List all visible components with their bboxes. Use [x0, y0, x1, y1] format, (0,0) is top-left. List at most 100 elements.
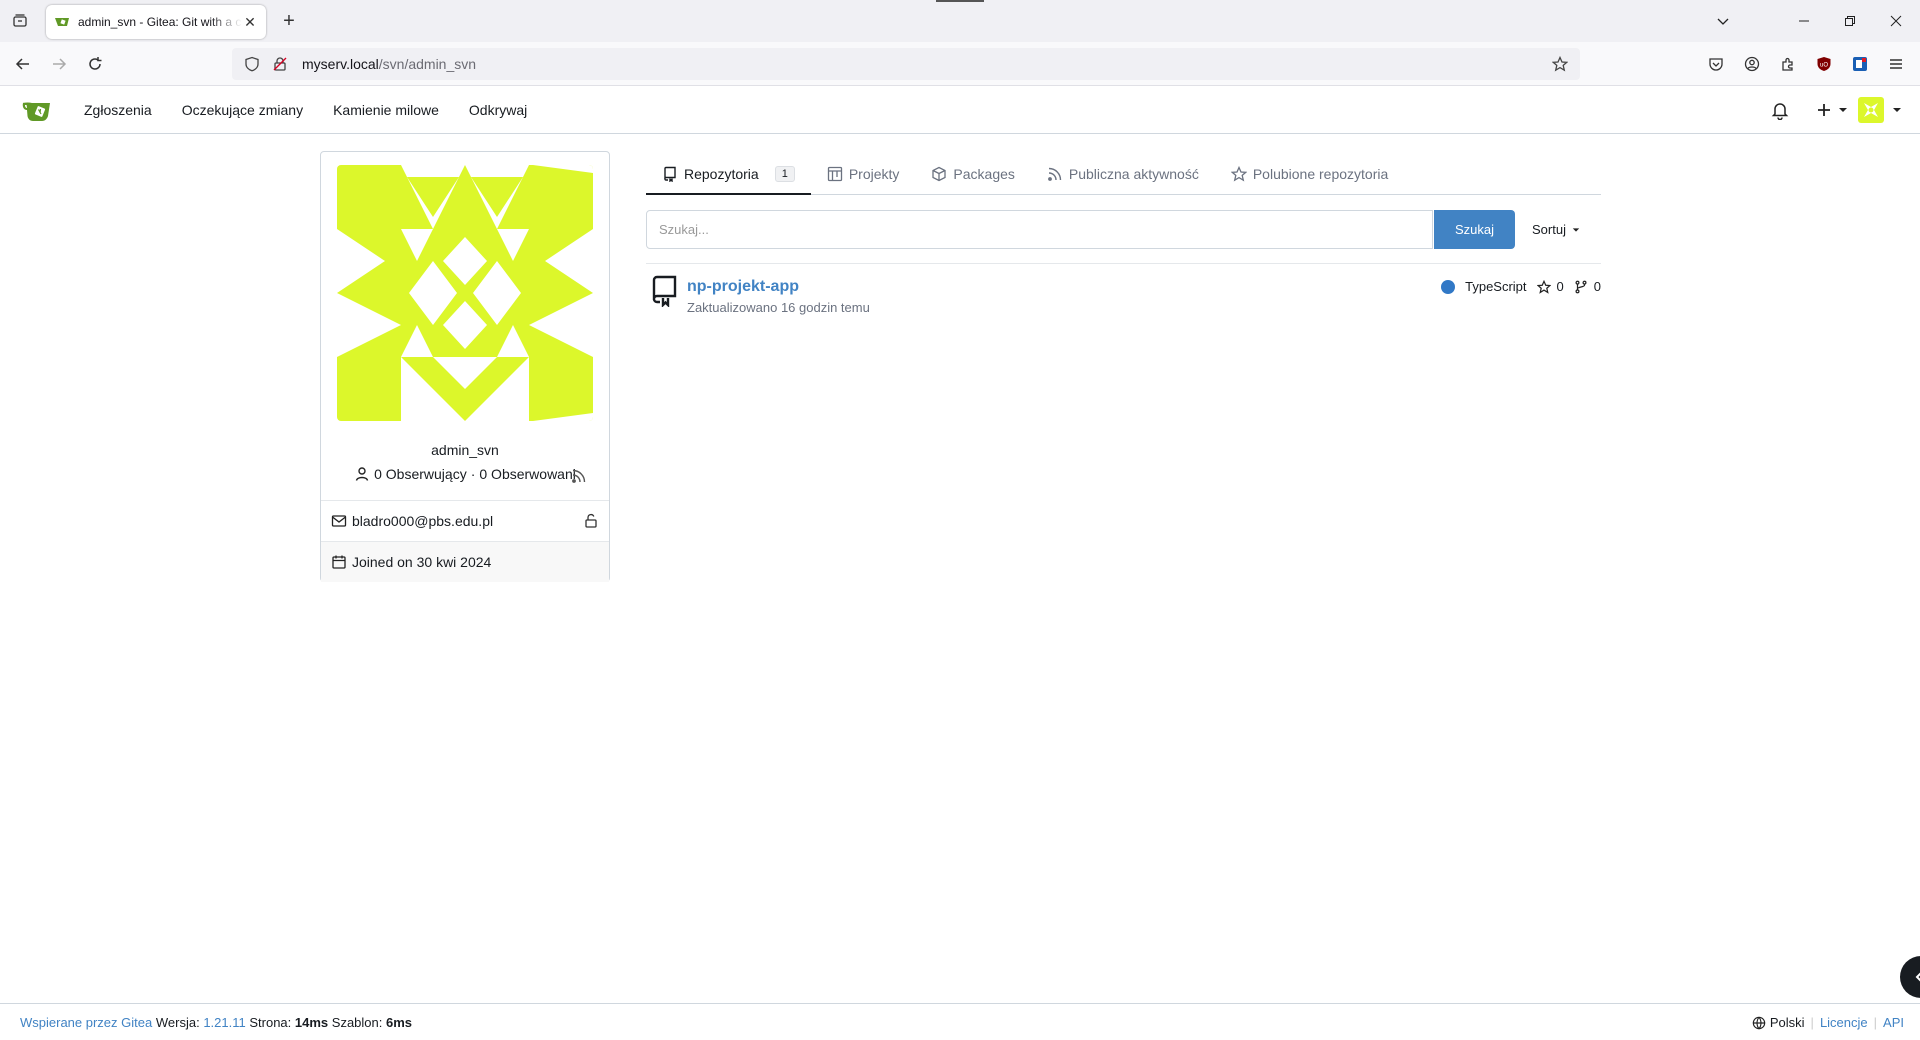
tab-activity-label: Publiczna aktywność	[1068, 166, 1199, 182]
profile-tabs: Repozytoria 1 Projekty Packages Publiczn…	[646, 154, 1601, 195]
browser-nav-bar: myserv.local/svn/admin_svn uO	[0, 42, 1920, 86]
powered-by-link[interactable]: Wspierane przez Gitea	[20, 1015, 152, 1030]
nav-issues-link[interactable]: Zgłoszenia	[84, 86, 167, 134]
account-icon[interactable]	[1740, 52, 1764, 76]
repo-stars-count[interactable]: 0	[1557, 279, 1564, 294]
tab-activity[interactable]: Publiczna aktywność	[1031, 154, 1215, 194]
repo-name-link[interactable]: np-projekt-app	[687, 278, 799, 296]
ublock-origin-icon[interactable]: uO	[1812, 52, 1836, 76]
profile-email-row: bladro000@pbs.edu.pl	[321, 500, 609, 541]
tab-packages-label: Packages	[953, 166, 1015, 182]
profile-username: admin_svn	[431, 442, 499, 458]
create-new-dropdown[interactable]	[1816, 100, 1850, 120]
caret-down-icon	[1893, 108, 1901, 112]
person-icon	[355, 467, 369, 481]
follow-stats: 0 Obserwujący · 0 Obserwowani	[321, 466, 609, 482]
notification-bell-icon[interactable]	[1770, 100, 1790, 120]
close-window-icon[interactable]	[1873, 0, 1919, 42]
user-avatar-dropdown[interactable]	[1858, 97, 1904, 123]
search-button[interactable]: Szukaj	[1434, 210, 1515, 249]
calendar-icon	[332, 555, 346, 569]
version-label: Wersja:	[155, 1015, 200, 1030]
followers-link[interactable]: 0 Obserwujący	[374, 466, 467, 482]
pocket-icon[interactable]	[1704, 52, 1728, 76]
caret-down-icon	[1572, 227, 1580, 232]
nav-pulls-link[interactable]: Oczekujące zmiany	[167, 86, 318, 134]
package-icon	[932, 166, 947, 182]
footer-separator: |	[1810, 1015, 1814, 1030]
tab-packages[interactable]: Packages	[915, 154, 1030, 194]
repo-icon	[652, 275, 677, 307]
tab-list-icon[interactable]	[8, 9, 32, 33]
rss-icon	[1047, 167, 1062, 181]
nav-explore-link[interactable]: Odkrywaj	[454, 86, 542, 134]
star-icon	[1230, 166, 1247, 182]
repo-language: TypeScript	[1465, 279, 1527, 294]
bitwarden-extension-icon[interactable]	[1848, 52, 1872, 76]
gitea-favicon-icon	[55, 18, 69, 26]
repo-updated-time: Zaktualizowano 16 godzin temu	[687, 300, 870, 315]
back-arrow-icon[interactable]	[10, 51, 36, 77]
repo-forks-count[interactable]: 0	[1594, 279, 1601, 294]
restore-icon[interactable]	[1827, 0, 1873, 42]
page-footer: Wspierane przez Gitea Wersja: 1.21.11 St…	[0, 1003, 1920, 1040]
nav-milestones-link[interactable]: Kamienie milowe	[318, 86, 454, 134]
template-time-label: Szablon:	[331, 1015, 383, 1030]
bookmark-star-icon[interactable]	[1548, 52, 1572, 76]
reload-icon[interactable]	[82, 51, 108, 77]
repo-list-item: np-projekt-app Zaktualizowano 16 godzin …	[646, 273, 1601, 323]
browser-tab-title: admin_svn - Gitea: Git with a cup of tea	[78, 15, 242, 29]
unlock-icon	[585, 513, 597, 528]
tab-starred-label: Polubione repozytoria	[1252, 166, 1389, 182]
url-text: myserv.local/svn/admin_svn	[302, 56, 477, 72]
browser-tab-active[interactable]: admin_svn - Gitea: Git with a cup of tea…	[46, 5, 266, 39]
forward-arrow-icon[interactable]	[46, 51, 72, 77]
tab-repositories[interactable]: Repozytoria 1	[646, 154, 811, 195]
sort-dropdown[interactable]: Sortuj	[1532, 222, 1580, 237]
profile-card: admin_svn 0 Obserwujący · 0 Obserwowani …	[320, 151, 610, 582]
tab-starred[interactable]: Polubione repozytoria	[1215, 154, 1404, 194]
floating-toggle-button[interactable]	[1900, 956, 1920, 998]
insecure-lock-icon[interactable]	[268, 52, 292, 76]
hamburger-menu-icon[interactable]	[1884, 52, 1908, 76]
browser-tab-bar: admin_svn - Gitea: Git with a cup of tea…	[0, 0, 1920, 42]
tab-overflow-chevron-icon[interactable]	[1700, 0, 1746, 42]
repo-icon	[664, 166, 676, 182]
caret-down-icon	[1839, 108, 1847, 112]
footer-separator: |	[1873, 1015, 1878, 1030]
gitea-logo-icon[interactable]	[22, 96, 52, 124]
mail-icon	[331, 515, 347, 527]
repo-meta: TypeScript 0 0	[1441, 279, 1601, 294]
footer-left: Wspierane przez Gitea Wersja: 1.21.11 St…	[20, 1015, 412, 1030]
gitea-header: Zgłoszenia Oczekujące zmiany Kamienie mi…	[0, 86, 1920, 134]
gitea-main-nav: Zgłoszenia Oczekujące zmiany Kamienie mi…	[84, 86, 542, 134]
tab-projects-label: Projekty	[848, 166, 900, 182]
repo-search-input[interactable]	[646, 210, 1433, 249]
star-icon[interactable]	[1536, 279, 1551, 294]
sort-label: Sortuj	[1532, 222, 1566, 237]
profile-email[interactable]: bladro000@pbs.edu.pl	[352, 513, 493, 529]
rss-feed-icon[interactable]	[571, 468, 587, 484]
api-link[interactable]: API	[1883, 1015, 1904, 1030]
version-link[interactable]: 1.21.11	[203, 1015, 245, 1030]
close-tab-icon[interactable]: ✕	[242, 14, 258, 30]
tab-projects[interactable]: Projekty	[811, 154, 916, 194]
profile-avatar	[337, 165, 593, 421]
new-tab-icon[interactable]: +	[278, 10, 300, 32]
divider	[646, 263, 1601, 264]
address-bar[interactable]: myserv.local/svn/admin_svn	[232, 48, 1580, 80]
language-selector[interactable]: Polski	[1752, 1015, 1805, 1030]
svg-text:uO: uO	[1820, 63, 1828, 69]
shield-icon[interactable]	[240, 52, 264, 76]
page-time: 14ms	[294, 1015, 329, 1030]
tab-indicator	[936, 0, 984, 2]
chevron-left-icon	[1915, 972, 1920, 982]
extensions-icon[interactable]	[1776, 52, 1800, 76]
footer-right: Polski | Licencje | API	[1752, 1015, 1904, 1030]
repo-count-badge: 1	[774, 165, 795, 182]
fork-icon[interactable]	[1574, 280, 1588, 294]
licenses-link[interactable]: Licencje	[1820, 1015, 1868, 1030]
following-link[interactable]: 0 Obserwowani	[479, 466, 576, 482]
project-icon	[827, 166, 842, 182]
minimize-icon[interactable]	[1781, 0, 1827, 42]
